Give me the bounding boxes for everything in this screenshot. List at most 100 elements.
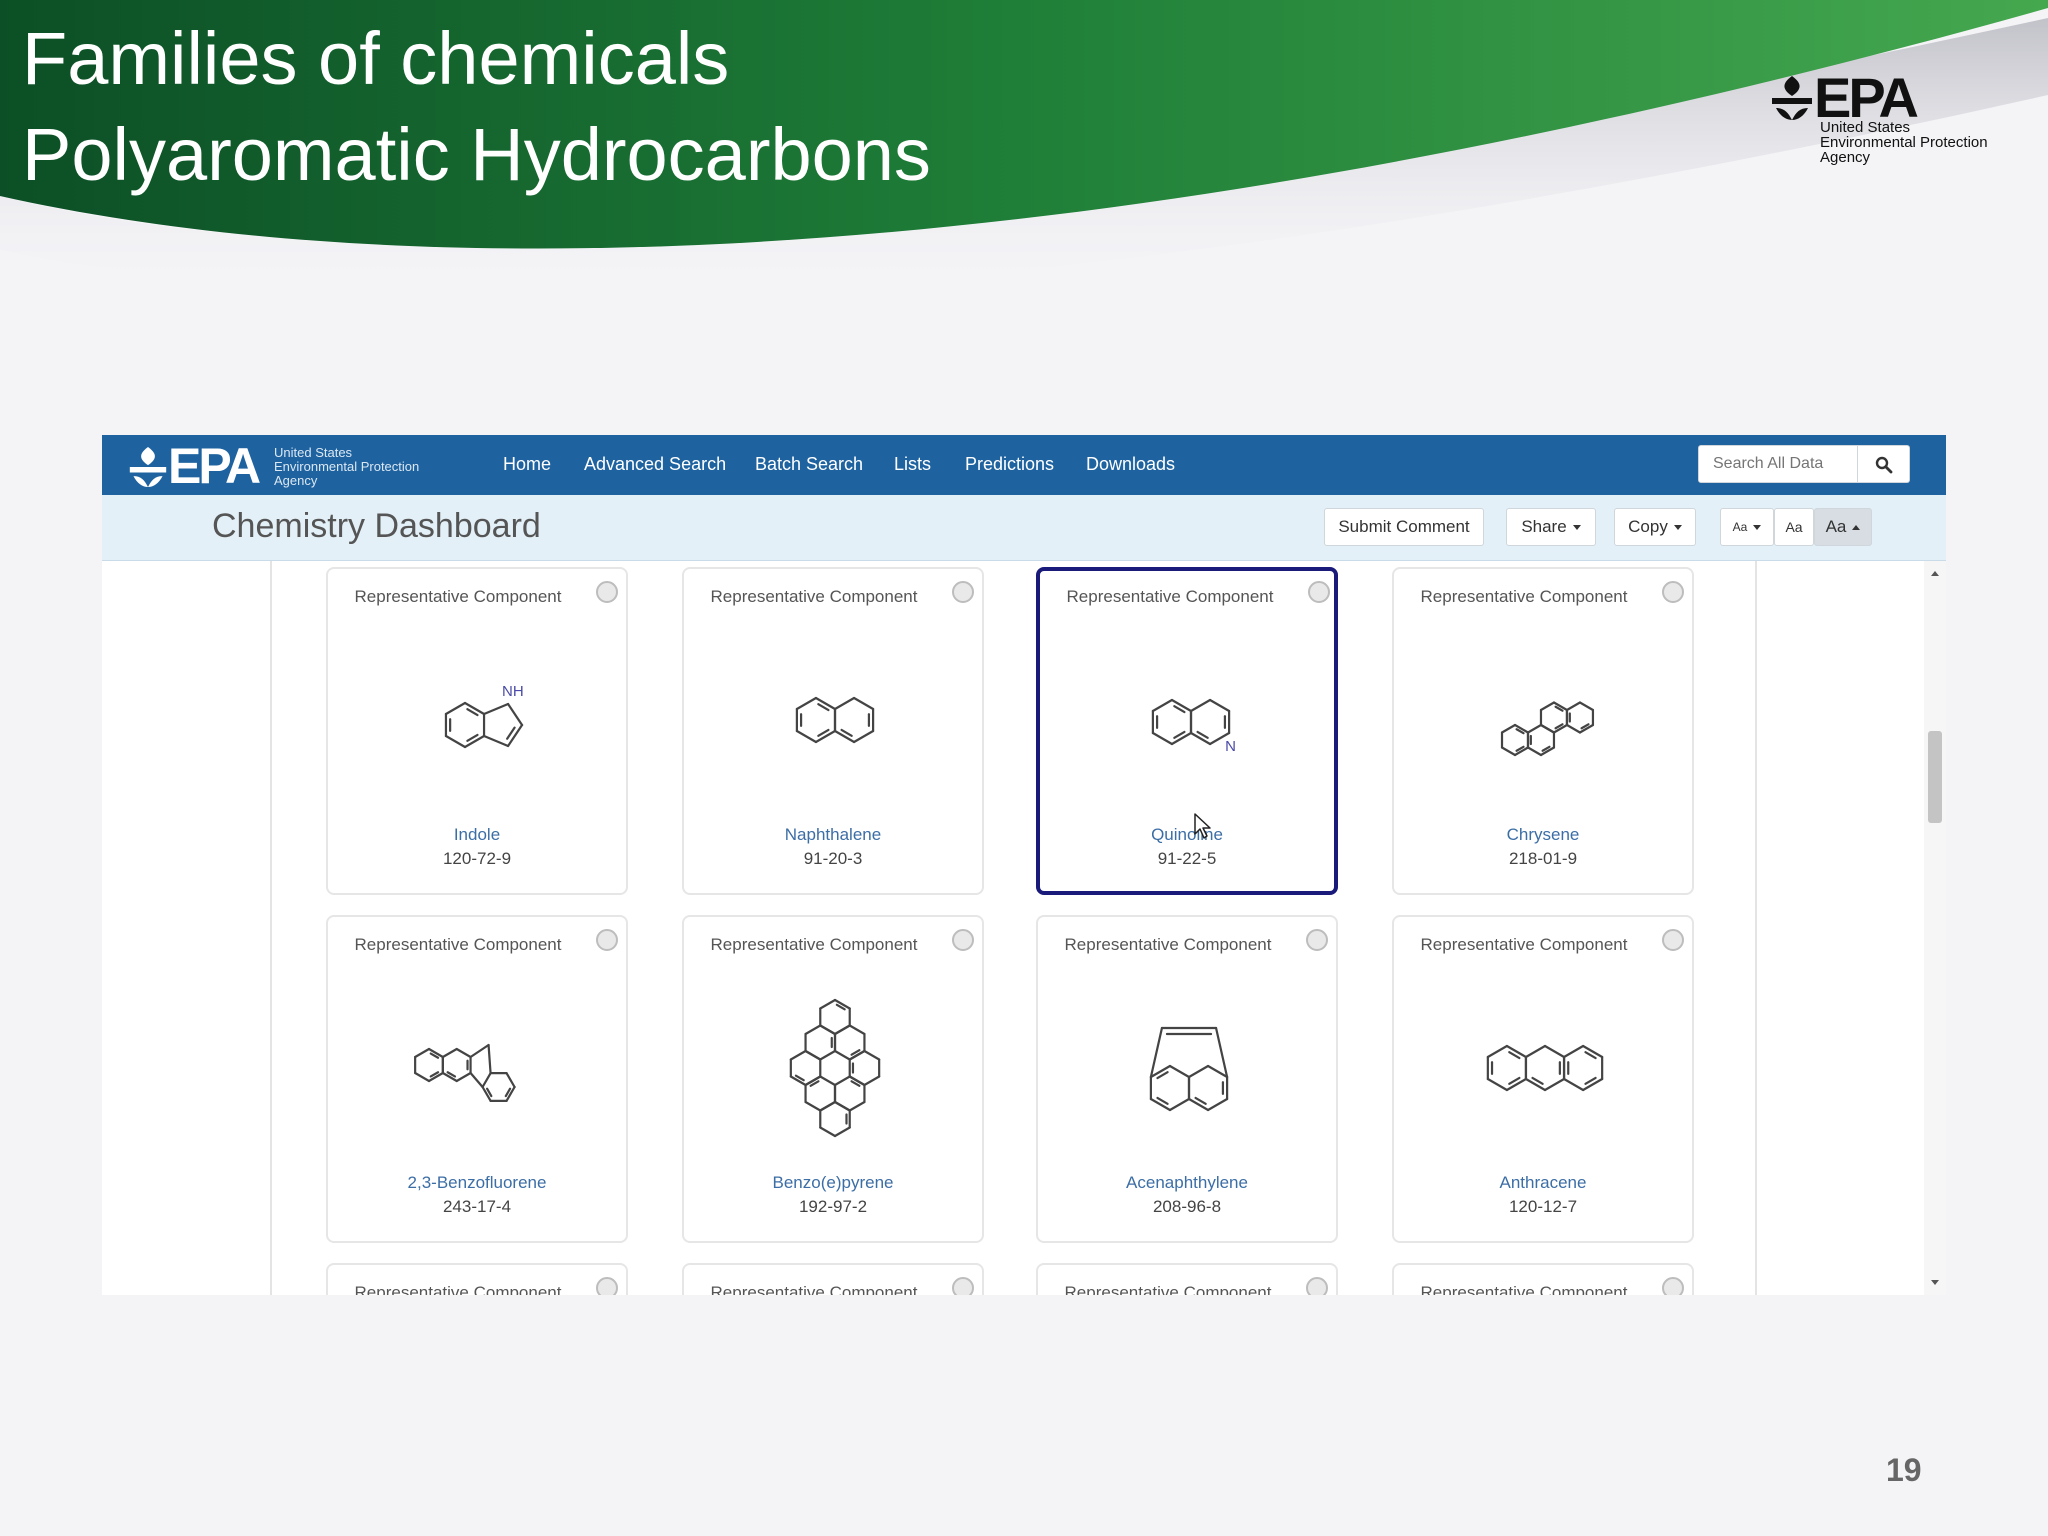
chemical-card[interactable]: Representative Component NH Indole 120-72-9 (326, 567, 628, 895)
font-size-small-button[interactable]: Aa (1720, 508, 1774, 546)
bond (1500, 746, 1517, 757)
nav-home[interactable]: Home (503, 454, 551, 475)
bond (852, 729, 875, 744)
bond (1524, 1044, 1547, 1059)
atom-label: N (1225, 738, 1236, 755)
bond (863, 1075, 881, 1087)
nav-lists[interactable]: Lists (894, 454, 931, 475)
chemical-name-link[interactable]: Naphthalene (684, 825, 982, 845)
chemical-card[interactable]: Representative Component (682, 1263, 984, 1295)
bond (1543, 1077, 1566, 1092)
epa-logo: EPA United States Environmental Protecti… (1770, 70, 2010, 170)
card-label: Representative Component (1420, 1283, 1628, 1295)
bond (455, 1071, 472, 1083)
search-icon (1875, 456, 1893, 474)
select-radio[interactable] (1308, 581, 1330, 603)
chemical-card[interactable]: Representative Component Chrysene 218-01-9 (1392, 567, 1694, 895)
card-label: Representative Component (1064, 1283, 1272, 1295)
structure-image[interactable] (1420, 645, 1670, 795)
cas-number: 192-97-2 (798, 1197, 868, 1216)
chemical-card[interactable]: Representative Component 2,3-Benzofluoren… (326, 915, 628, 1243)
search-input[interactable] (1698, 445, 1858, 483)
card-label: Representative Component (1064, 935, 1272, 954)
nav-logo-word: EPA (168, 438, 261, 494)
epa-logo-word: EPA (1814, 66, 1919, 129)
atom-label: NH (502, 683, 524, 700)
chemical-name-link[interactable]: Quinoline (1040, 825, 1334, 845)
structure-image[interactable] (1064, 993, 1314, 1143)
select-radio[interactable] (596, 581, 618, 603)
bond (1151, 698, 1174, 713)
chemical-name-link[interactable]: Benzo(e)pyrene (684, 1173, 982, 1193)
caret-up-icon (1852, 525, 1861, 531)
mouse-cursor-icon (1194, 813, 1211, 839)
structure-image[interactable] (710, 993, 960, 1143)
cas-number: 218-01-9 (1508, 849, 1578, 868)
select-radio[interactable] (952, 1277, 974, 1295)
nav-predictions[interactable]: Predictions (965, 454, 1054, 475)
font-size-large-button[interactable]: Aa (1814, 508, 1872, 546)
chemical-name-link[interactable]: Indole (328, 825, 626, 845)
chemical-name-link[interactable]: Anthracene (1394, 1173, 1692, 1193)
select-radio[interactable] (596, 1277, 618, 1295)
bond (1187, 1064, 1210, 1079)
card-label: Representative Component (1066, 587, 1274, 606)
bond (1151, 731, 1174, 746)
scroll-up-arrow-icon[interactable] (1931, 571, 1939, 576)
chemical-card[interactable]: Representative Component Benzo(e)pyrene 19… (682, 915, 984, 1243)
scroll-down-arrow-icon[interactable] (1931, 1280, 1939, 1285)
bond (469, 1043, 490, 1059)
chemical-card[interactable]: Representative Component Anthracene 120-12… (1392, 915, 1694, 1243)
share-button[interactable]: Share (1506, 508, 1596, 546)
select-radio[interactable] (952, 929, 974, 951)
nav-epa-logo[interactable]: EPA United States Environmental Protecti… (128, 441, 468, 491)
chemical-card[interactable]: Representative Component Naphthalene 91-20… (682, 567, 984, 895)
scrollbar-thumb[interactable] (1928, 731, 1942, 823)
caret-down-icon (1572, 525, 1581, 531)
structure-image[interactable]: N (1066, 647, 1316, 797)
caret-down-icon (1673, 525, 1682, 531)
bond (414, 1071, 431, 1083)
bond (1500, 723, 1517, 734)
chemical-name-link[interactable]: Chrysene (1394, 825, 1692, 845)
select-radio[interactable] (1662, 1277, 1684, 1295)
cas-number: 120-72-9 (442, 849, 512, 868)
select-radio[interactable] (1662, 581, 1684, 603)
chemical-card[interactable]: Representative Component Acenaphthylene 20… (1036, 915, 1338, 1243)
scrollbar[interactable] (1924, 561, 1946, 1295)
nav-advanced-search[interactable]: Advanced Search (584, 454, 726, 475)
chemical-name-link[interactable]: Acenaphthylene (1038, 1173, 1336, 1193)
bond (1562, 1044, 1585, 1059)
chemical-name-link[interactable]: 2,3-Benzofluorene (328, 1173, 626, 1193)
structure-image[interactable] (1420, 993, 1670, 1143)
select-radio[interactable] (1306, 1277, 1328, 1295)
copy-button[interactable]: Copy (1614, 508, 1696, 546)
select-radio[interactable] (1306, 929, 1328, 951)
card-label: Representative Component (354, 935, 562, 954)
bond (833, 696, 856, 711)
submit-comment-button[interactable]: Submit Comment (1324, 508, 1484, 546)
select-radio[interactable] (596, 929, 618, 951)
bond (1565, 723, 1582, 734)
nav-downloads[interactable]: Downloads (1086, 454, 1175, 475)
search-button[interactable] (1858, 445, 1910, 483)
chemical-card[interactable]: Representative Component N Quinoline 91-22-… (1036, 567, 1338, 895)
bond (1208, 698, 1231, 713)
select-radio[interactable] (952, 581, 974, 603)
bond (506, 702, 524, 727)
structure-image[interactable] (710, 645, 960, 795)
bond (833, 1100, 851, 1112)
chemical-card[interactable]: Representative Component (326, 1263, 628, 1295)
card-label: Representative Component (354, 587, 562, 606)
nav-batch-search[interactable]: Batch Search (755, 454, 863, 475)
font-size-medium-button[interactable]: Aa (1774, 508, 1814, 546)
structure-image[interactable] (354, 993, 604, 1143)
bond (1526, 723, 1543, 734)
bond (482, 734, 510, 748)
structure-image[interactable]: NH (354, 645, 604, 795)
select-radio[interactable] (1662, 929, 1684, 951)
chemical-card[interactable]: Representative Component (1392, 1263, 1694, 1295)
chemical-card[interactable]: Representative Component (1036, 1263, 1338, 1295)
card-label: Representative Component (1420, 587, 1628, 606)
cas-number: 243-17-4 (442, 1197, 512, 1216)
